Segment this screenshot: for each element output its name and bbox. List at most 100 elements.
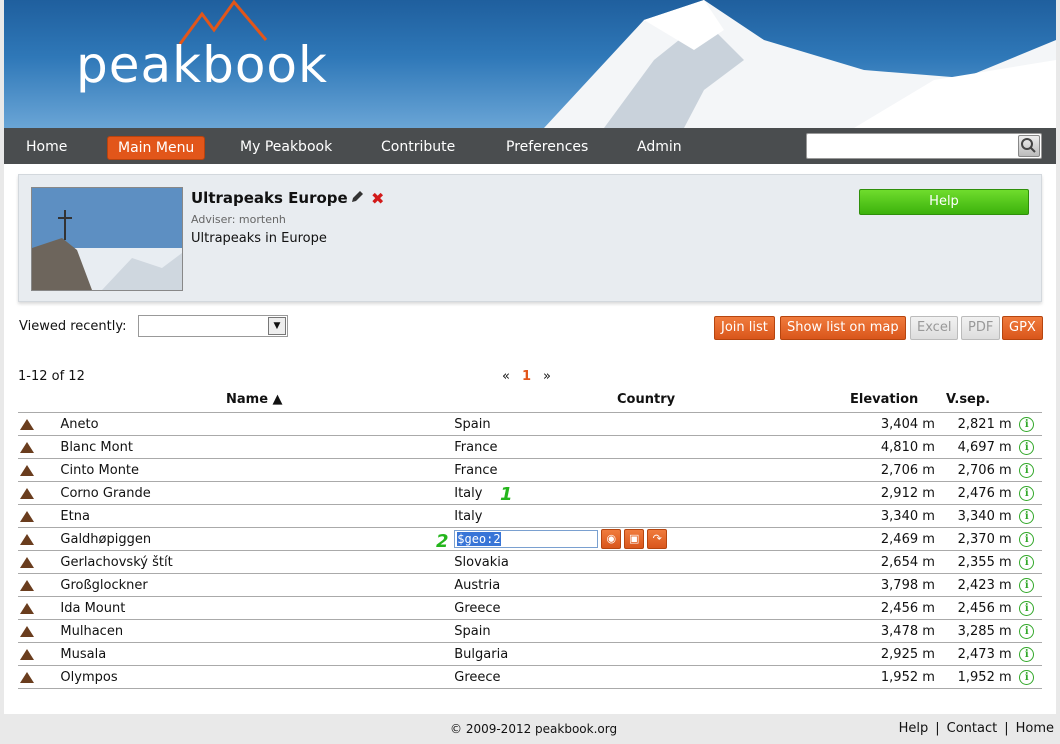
peak-name-link[interactable]: Etna [60, 509, 90, 524]
peak-name-link[interactable]: Corno Grande [60, 486, 150, 501]
mountain-icon [20, 671, 34, 683]
table-row[interactable]: Etna Italy 3,340 m 3,340 mi [18, 504, 1042, 528]
peak-name-link[interactable]: Cinto Monte [60, 463, 139, 478]
column-header-elevation[interactable]: Elevation [850, 392, 918, 407]
column-header-vsep[interactable]: V.sep. [946, 392, 990, 407]
mountain-icon [20, 648, 34, 660]
delete-icon[interactable]: ✖ [371, 189, 384, 208]
nav-contribute[interactable]: Contribute [371, 136, 465, 158]
unit: m [922, 416, 935, 432]
chevron-down-icon[interactable]: ▼ [268, 317, 286, 335]
info-icon[interactable]: i [1019, 555, 1035, 570]
viewed-recently-select[interactable]: ▼ [138, 315, 288, 337]
footer-help-link[interactable]: Help [899, 721, 929, 736]
nav-home[interactable]: Home [16, 136, 77, 158]
peak-name-link[interactable]: Musala [60, 647, 106, 662]
join-list-button[interactable]: Join list [714, 316, 775, 340]
nav-admin[interactable]: Admin [627, 136, 692, 158]
table-row[interactable]: Musala Bulgaria 2,925 m 2,473 mi [18, 642, 1042, 666]
elevation-value: 3,404 [880, 416, 919, 432]
info-icon[interactable]: i [1019, 532, 1035, 547]
country-cell: Bulgaria [454, 646, 509, 662]
save-icon[interactable]: ▣ [624, 529, 645, 549]
info-icon[interactable]: i [1019, 647, 1035, 662]
country-edit-input[interactable]: $geo:2 [454, 530, 599, 548]
mountain-icon [20, 556, 34, 568]
peak-name-link[interactable]: Ida Mount [60, 601, 125, 616]
mountain-icon [20, 602, 34, 614]
nav-my-peakbook[interactable]: My Peakbook [230, 136, 342, 158]
country-cell: Greece [454, 669, 501, 685]
nav-main-menu[interactable]: Main Menu [107, 136, 206, 160]
peak-name-link[interactable]: Blanc Mont [60, 440, 133, 455]
table-row[interactable]: Großglockner Austria 3,798 m 2,423 mi [18, 573, 1042, 597]
banner: peakbook [4, 0, 1056, 128]
column-header-name[interactable]: Name ▲ [226, 392, 283, 407]
excel-button[interactable]: Excel [910, 316, 959, 340]
info-icon[interactable]: i [1019, 578, 1035, 593]
globe-icon[interactable]: ◉ [601, 529, 622, 549]
viewed-recently-label: Viewed recently: [19, 319, 127, 334]
elevation-value: 2,925 [880, 646, 919, 662]
elevation-value: 2,654 [880, 554, 919, 570]
pencil-icon[interactable] [349, 189, 365, 209]
peak-name-link[interactable]: Gerlachovský štít [60, 555, 172, 570]
unit: m [998, 531, 1012, 547]
logo[interactable]: peakbook [76, 36, 328, 94]
table-row[interactable]: Galdhøpiggen $geo:2 ◉ ▣ ↷ 2,469 m 2,370 mi [18, 527, 1042, 551]
current-page[interactable]: 1 [522, 369, 531, 384]
info-icon[interactable]: i [1019, 624, 1035, 639]
show-on-map-button[interactable]: Show list on map [780, 316, 906, 340]
search-input[interactable] [806, 133, 1042, 159]
footer-contact-link[interactable]: Contact [947, 721, 998, 736]
peak-name-link[interactable]: Olympos [60, 670, 117, 685]
unit: m [998, 600, 1012, 616]
table-row[interactable]: Ida Mount Greece 2,456 m 2,456 mi [18, 596, 1042, 620]
table-row[interactable]: Aneto Spain 3,404 m 2,821 mi [18, 412, 1042, 436]
vsep-value: 3,285 [957, 623, 995, 639]
table-row[interactable]: Gerlachovský štít Slovakia 2,654 m 2,355 mi [18, 550, 1042, 574]
unit: m [998, 416, 1012, 432]
mountain-icon [20, 418, 34, 430]
table-row[interactable]: Mulhacen Spain 3,478 m 3,285 mi [18, 619, 1042, 643]
help-button[interactable]: Help [859, 189, 1029, 215]
peak-name-link[interactable]: Galdhøpiggen [60, 532, 151, 547]
nav-preferences[interactable]: Preferences [496, 136, 598, 158]
country-cell: France [454, 462, 498, 478]
info-icon[interactable]: i [1019, 670, 1035, 685]
column-header-country[interactable]: Country [617, 392, 675, 407]
elevation-value: 4,810 [880, 439, 919, 455]
vsep-value: 2,821 [957, 416, 995, 432]
info-icon[interactable]: i [1019, 601, 1035, 616]
unit: m [998, 623, 1012, 639]
mountain-icon [20, 579, 34, 591]
peak-name-link[interactable]: Aneto [60, 417, 98, 432]
peak-name-link[interactable]: Mulhacen [60, 624, 123, 639]
table-row[interactable]: Cinto Monte France 2,706 m 2,706 mi [18, 458, 1042, 482]
peak-name-link[interactable]: Großglockner [60, 578, 147, 593]
unit: m [922, 669, 935, 685]
info-icon[interactable]: i [1019, 509, 1035, 524]
undo-icon[interactable]: ↷ [647, 529, 668, 549]
unit: m [998, 508, 1012, 524]
unit: m [998, 577, 1012, 593]
elevation-value: 2,912 [880, 485, 919, 501]
vsep-value: 2,370 [957, 531, 995, 547]
next-page-link[interactable]: » [543, 369, 551, 384]
list-header: Ultrapeaks Europe ✖ Adviser: mortenh Ult… [18, 174, 1042, 302]
search-button[interactable] [1018, 135, 1040, 157]
info-icon[interactable]: i [1019, 463, 1035, 478]
table-row[interactable]: Blanc Mont France 4,810 m 4,697 mi [18, 435, 1042, 459]
country-cell: Italy [454, 485, 483, 501]
pdf-button[interactable]: PDF [961, 316, 1001, 340]
gpx-button[interactable]: GPX [1002, 316, 1043, 340]
footer-home-link[interactable]: Home [1016, 721, 1054, 736]
info-icon[interactable]: i [1019, 486, 1035, 501]
pagination: « 1 » [502, 369, 551, 384]
table-row[interactable]: Olympos Greece 1,952 m 1,952 mi [18, 665, 1042, 689]
info-icon[interactable]: i [1019, 417, 1035, 432]
info-icon[interactable]: i [1019, 440, 1035, 455]
table-row[interactable]: Corno Grande Italy 2,912 m 2,476 mi [18, 481, 1042, 505]
prev-page-link[interactable]: « [502, 369, 510, 384]
country-cell: Spain [454, 416, 491, 432]
